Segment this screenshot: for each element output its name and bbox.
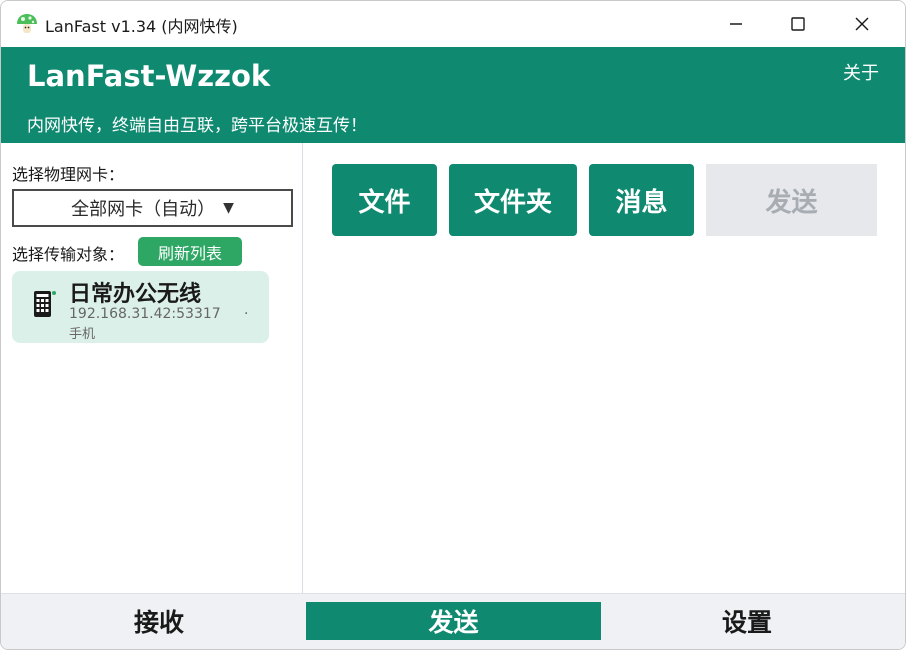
select-folder-button[interactable]: 文件夹: [449, 164, 577, 236]
title-bar[interactable]: LanFast v1.34 (内网快传): [1, 1, 905, 47]
about-link[interactable]: 关于: [843, 59, 879, 85]
target-label: 选择传输对象：: [12, 245, 125, 264]
send-panel: 文件 文件夹 消息 发送: [304, 143, 905, 593]
device-address: 192.168.31.42:53317: [69, 306, 221, 322]
app-window: LanFast v1.34 (内网快传) LanFast-Wzzok 内网快传，…: [0, 0, 906, 650]
device-separator: ·: [244, 306, 249, 322]
mushroom-icon: [17, 14, 37, 33]
tab-send[interactable]: 发送: [306, 602, 601, 640]
minimize-button[interactable]: [705, 1, 767, 47]
nic-label: 选择物理网卡：: [12, 165, 125, 184]
nic-selected-value: 全部网卡（自动）: [71, 199, 216, 220]
message-button[interactable]: 消息: [589, 164, 694, 236]
select-file-button[interactable]: 文件: [332, 164, 437, 236]
app-tagline: 内网快传，终端自由互联，跨平台极速互传！: [27, 116, 367, 136]
chevron-down-icon: ▼: [223, 200, 234, 216]
left-panel: 选择物理网卡： 全部网卡（自动） ▼ 选择传输对象： 刷新列表 日常办公无线 1…: [1, 143, 303, 593]
tab-receive[interactable]: 接收: [39, 602, 279, 640]
maximize-icon: [791, 17, 805, 31]
tab-settings[interactable]: 设置: [627, 602, 867, 640]
phone-icon: [34, 291, 56, 317]
send-button[interactable]: 发送: [706, 164, 877, 236]
bottom-nav: 接收 发送 设置: [1, 593, 905, 649]
header-banner: LanFast-Wzzok 内网快传，终端自由互联，跨平台极速互传！ 关于: [1, 47, 905, 143]
nic-dropdown[interactable]: 全部网卡（自动） ▼: [12, 189, 293, 227]
refresh-list-button[interactable]: 刷新列表: [138, 237, 242, 266]
app-heading: LanFast-Wzzok: [27, 59, 271, 93]
close-icon: [855, 17, 869, 31]
close-button[interactable]: [831, 1, 893, 47]
minimize-icon: [730, 23, 742, 25]
maximize-button[interactable]: [767, 1, 829, 47]
device-name: 日常办公无线: [69, 282, 202, 307]
window-title: LanFast v1.34 (内网快传): [45, 17, 238, 36]
device-type: 手机: [69, 327, 96, 342]
device-list-item[interactable]: 日常办公无线 192.168.31.42:53317 · 手机: [12, 271, 269, 343]
